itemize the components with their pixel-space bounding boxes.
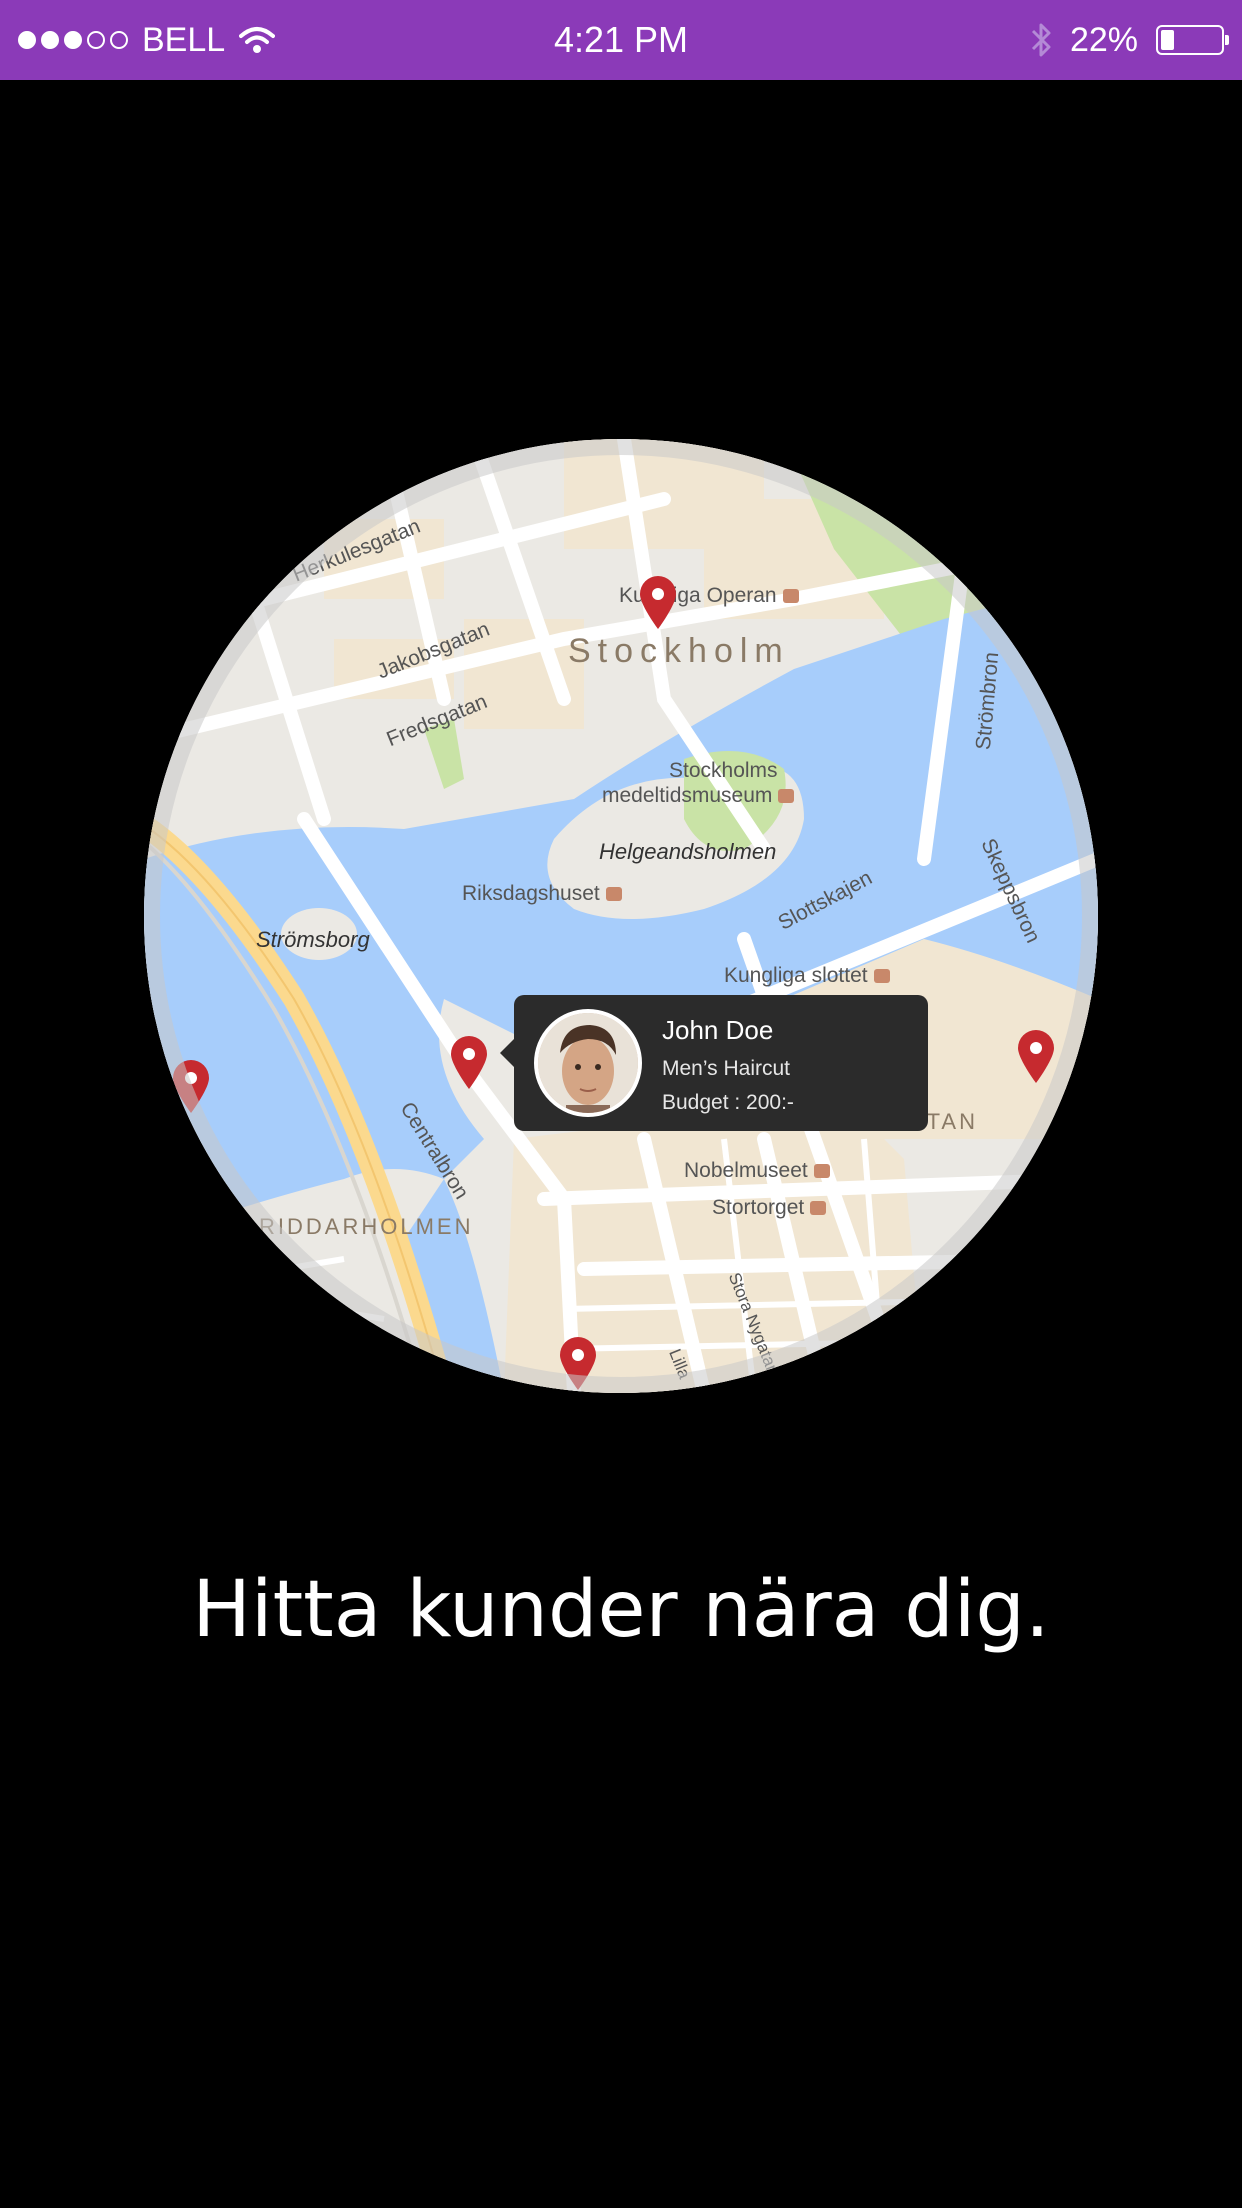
label-riksdagshuset: Riksdagshuset [462,882,622,906]
battery-percent: 22% [1069,20,1138,59]
battery-icon [1156,25,1229,55]
label-helgeandsholmen: Helgeandsholmen [599,839,777,864]
budget-label: Budget : 200:- [662,1091,794,1114]
museum-icon [778,789,795,804]
label-kungliga-slottet: Kungliga slottet [724,964,890,988]
location-pin[interactable] [638,575,678,631]
parliament-icon [605,887,622,902]
square-icon [810,1201,827,1216]
service-label: Men’s Haircut [662,1057,790,1080]
customer-name: John Doe [662,1015,774,1045]
location-pin[interactable] [558,1336,598,1392]
label-nobelmuseet: Nobelmuseet [684,1159,830,1183]
map-tiles [144,439,1098,1393]
location-pin-selected[interactable] [449,1035,489,1091]
headline: Hitta kunder nära dig. [192,1565,1050,1655]
location-pin[interactable] [1016,1029,1056,1085]
map-view[interactable]: Herkulesgatan Jakobsgatan Fredsgatan Kun… [144,439,1098,1393]
label-medeltidsmuseum-1: Stockholms [669,759,778,782]
theater-icon [782,589,799,604]
label-stortorget: Stortorget [712,1196,827,1220]
location-pin[interactable] [231,529,271,585]
location-pin[interactable] [171,1059,211,1115]
status-bar: BELL 4:21 PM 22% [0,0,1242,80]
museum-icon [813,1164,830,1179]
city-label: Stockholm [568,632,790,670]
label-medeltidsmuseum: medeltidsmuseum [602,784,795,808]
avatar [534,1009,642,1117]
status-right: 22% [1030,0,1229,80]
label-stromsborg: Strömsborg [256,927,370,952]
customer-info-popup[interactable]: John Doe Men’s Haircut Budget : 200:- [500,995,928,1131]
label-riddarholmen: RIDDARHOLMEN [259,1214,474,1239]
bluetooth-icon [1031,23,1051,57]
castle-icon [873,969,890,984]
